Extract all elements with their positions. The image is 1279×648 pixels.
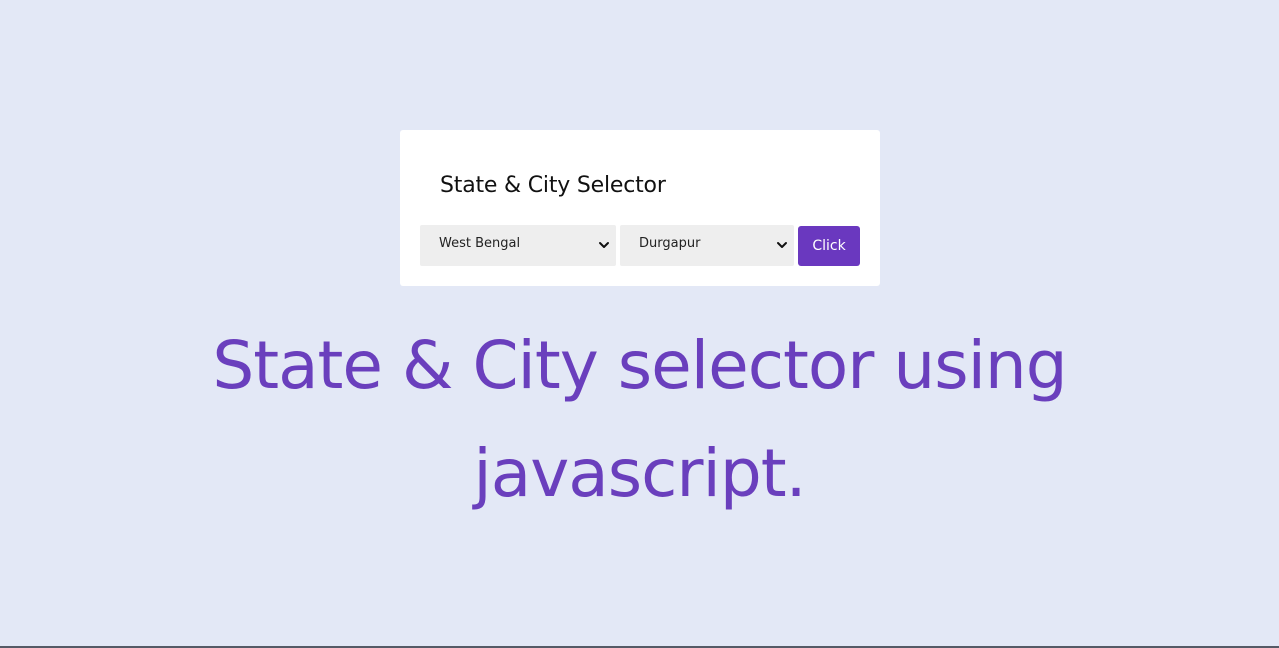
card-title: State & City Selector	[440, 173, 666, 198]
page-headline: State & City selector using javascript.	[0, 312, 1279, 528]
headline-line-1: State & City selector using	[212, 327, 1067, 404]
city-select[interactable]: Durgapur	[620, 225, 794, 266]
state-select-value: West Bengal	[439, 236, 521, 251]
click-button[interactable]: Click	[798, 226, 860, 266]
chevron-down-icon	[777, 242, 787, 248]
headline-line-2: javascript.	[473, 435, 806, 512]
chevron-down-icon	[599, 242, 609, 248]
state-select[interactable]: West Bengal	[420, 225, 616, 266]
selector-card: State & City Selector West Bengal Durgap…	[400, 130, 880, 286]
city-select-value: Durgapur	[639, 236, 701, 251]
